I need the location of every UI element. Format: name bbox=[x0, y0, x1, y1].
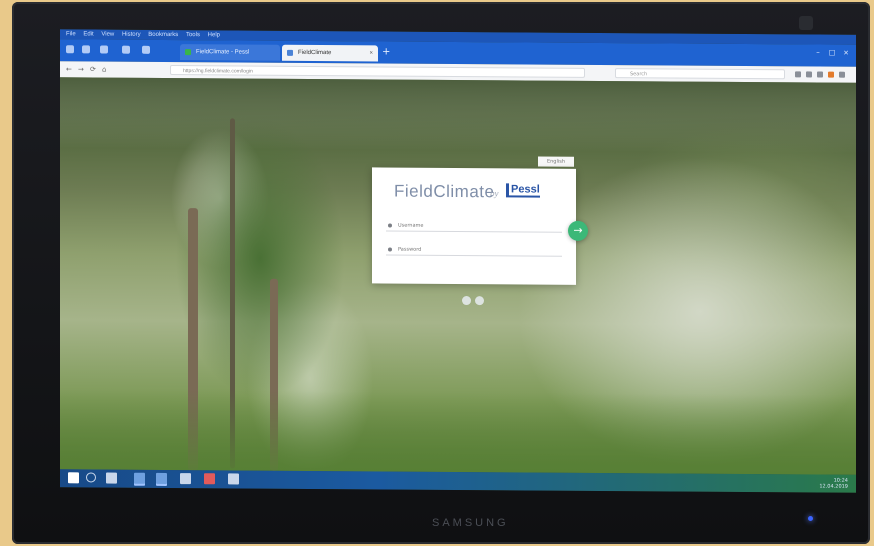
logo-by-text: by bbox=[490, 188, 499, 199]
fieldclimate-logo: FieldClimate bbox=[394, 181, 495, 202]
login-card: FieldClimate by Pessl Username Password bbox=[372, 167, 576, 285]
menu-item-history[interactable]: History bbox=[122, 32, 141, 38]
maximize-button[interactable]: □ bbox=[826, 49, 838, 57]
addon-icon[interactable] bbox=[828, 71, 834, 78]
grass-strip bbox=[60, 389, 856, 475]
menu-icon[interactable] bbox=[839, 71, 845, 78]
search-taskbar-icon[interactable] bbox=[86, 472, 96, 483]
minimize-button[interactable]: – bbox=[812, 48, 824, 57]
app-explorer-icon[interactable] bbox=[156, 472, 167, 484]
lock-icon bbox=[388, 247, 392, 252]
home-button[interactable]: ⌂ bbox=[102, 66, 106, 74]
back-button[interactable]: ← bbox=[66, 65, 72, 73]
login-submit-button[interactable]: → bbox=[568, 220, 588, 241]
app-icon[interactable] bbox=[228, 473, 239, 485]
clock-date: 12.04.2019 bbox=[819, 483, 848, 490]
fieldclimate-favicon-icon bbox=[185, 49, 191, 56]
menu-item-help[interactable]: Help bbox=[208, 32, 220, 38]
screen: File Edit View History Bookmarks Tools H… bbox=[60, 29, 856, 493]
settings-icon[interactable] bbox=[142, 45, 150, 54]
username-field[interactable]: Username bbox=[386, 219, 562, 233]
monitor-bezel: File Edit View History Bookmarks Tools H… bbox=[12, 2, 870, 544]
carousel-dots bbox=[462, 290, 488, 309]
page-favicon-icon bbox=[287, 49, 293, 56]
user-icon bbox=[388, 223, 392, 228]
menu-item-edit[interactable]: Edit bbox=[83, 31, 93, 37]
tab-fieldclimate-pessl[interactable]: FieldClimate - Pessl Instruments bbox=[180, 44, 280, 71]
power-led-icon bbox=[808, 516, 813, 521]
task-view-icon[interactable] bbox=[106, 472, 117, 484]
search-input[interactable]: Search bbox=[615, 68, 785, 80]
menu-item-tools[interactable]: Tools bbox=[186, 32, 200, 38]
forward-button[interactable]: → bbox=[78, 65, 84, 73]
system-clock[interactable]: 10:24 12.04.2019 bbox=[819, 478, 848, 490]
tab-label: FieldClimate bbox=[298, 49, 332, 57]
bookmarks-icon[interactable] bbox=[806, 71, 812, 78]
menu-item-view[interactable]: View bbox=[101, 32, 114, 38]
close-window-button[interactable]: × bbox=[840, 49, 852, 57]
monitor-brand-logo: SAMSUNG bbox=[432, 517, 509, 529]
back-history-icon[interactable] bbox=[66, 45, 74, 54]
menu-item-file[interactable]: File bbox=[66, 31, 76, 37]
pessl-logo: Pessl bbox=[506, 183, 540, 198]
menu-item-bookmarks[interactable]: Bookmarks bbox=[148, 32, 178, 38]
close-tab-icon[interactable]: × bbox=[369, 45, 373, 61]
extension-icon[interactable] bbox=[817, 71, 823, 78]
tree-line bbox=[60, 77, 856, 153]
app-browser-icon[interactable] bbox=[134, 472, 145, 484]
password-placeholder: Password bbox=[398, 246, 422, 253]
app-icon[interactable] bbox=[180, 473, 191, 485]
forward-history-icon[interactable] bbox=[82, 45, 90, 54]
downloads-icon[interactable] bbox=[795, 71, 801, 78]
new-tab-button[interactable]: + bbox=[382, 46, 390, 57]
tab-fieldclimate[interactable]: FieldClimate × bbox=[282, 44, 378, 62]
reload-button[interactable]: ⟳ bbox=[90, 65, 96, 73]
carousel-dot[interactable] bbox=[462, 296, 471, 306]
password-field[interactable]: Password bbox=[386, 243, 562, 257]
library-icon[interactable] bbox=[100, 45, 108, 54]
start-button[interactable] bbox=[68, 472, 79, 484]
sidebar-icon[interactable] bbox=[122, 45, 130, 54]
username-placeholder: Username bbox=[398, 222, 424, 229]
webcam-icon bbox=[799, 16, 813, 30]
carousel-dot[interactable] bbox=[475, 296, 484, 306]
address-bar[interactable]: https://ng.fieldclimate.com/login bbox=[170, 64, 585, 78]
app-media-icon[interactable] bbox=[204, 473, 215, 485]
language-selector[interactable]: English bbox=[538, 156, 574, 167]
